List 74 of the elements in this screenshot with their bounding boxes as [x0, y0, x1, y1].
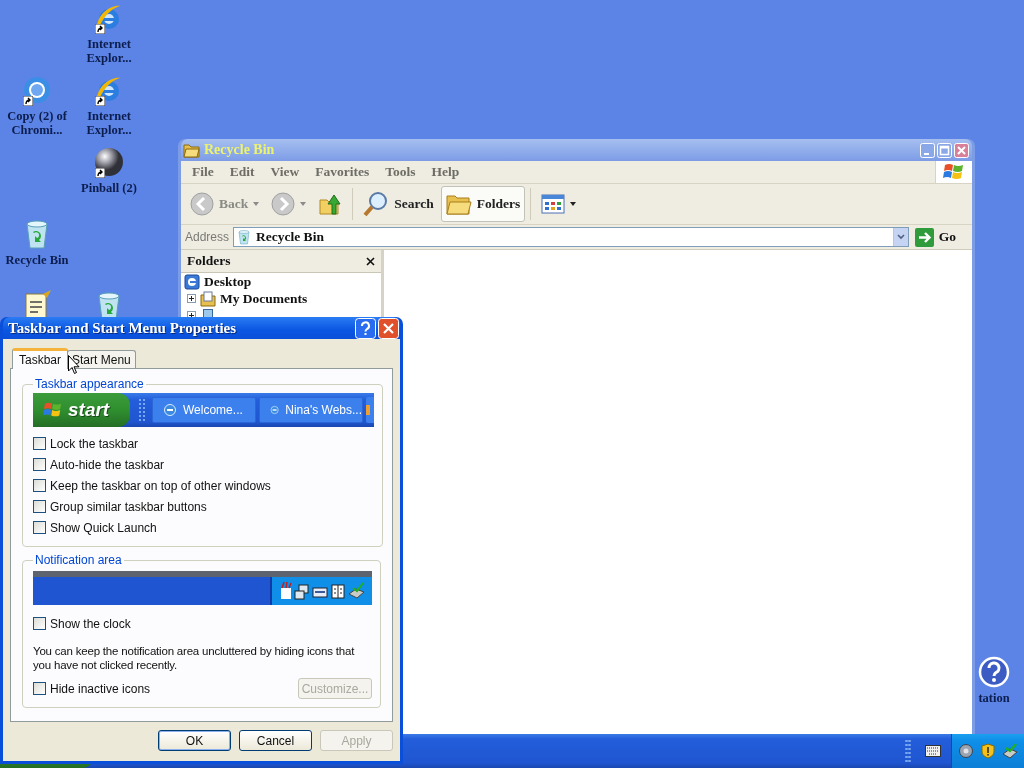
chevron-icon: [896, 234, 905, 240]
caret-icon: [570, 202, 577, 206]
close-button[interactable]: [378, 317, 399, 339]
close-icon[interactable]: [366, 256, 375, 266]
windows-logo-icon: [943, 162, 965, 182]
checkbox[interactable]: [33, 682, 46, 695]
menu-item[interactable]: File: [184, 164, 222, 180]
checkbox-label[interactable]: Lock the taskbar: [50, 436, 139, 451]
menu-item[interactable]: View: [262, 164, 308, 180]
checkbox[interactable]: [33, 437, 46, 450]
documents-folder-icon: [200, 290, 216, 307]
description-text: You can keep the notification area uncluttered by hiding icons that you have not clicked recently.: [33, 644, 356, 672]
group-heading: Notification area: [34, 553, 123, 567]
icon-label[interactable]: Recycle Bin: [5, 253, 69, 267]
icon-label[interactable]: Internet Explor...: [72, 37, 146, 65]
tree-item[interactable]: Desktop: [204, 273, 252, 290]
dialog-title: Taskbar and Start Menu Properties: [8, 319, 238, 337]
shield-icon[interactable]: [980, 743, 996, 759]
search-icon: [363, 191, 390, 217]
round-app-icon: [21, 74, 53, 106]
checkbox[interactable]: [33, 479, 46, 492]
icon-label[interactable]: Internet Explor...: [72, 109, 146, 137]
keyboard-icon[interactable]: [925, 745, 941, 757]
tab[interactable]: Taskbar: [12, 348, 69, 369]
speaker-icon[interactable]: [958, 743, 974, 759]
group-heading: Taskbar appearance: [34, 377, 145, 391]
window-title: Recycle Bin: [204, 142, 276, 158]
folders-button[interactable]: Folders: [440, 186, 526, 222]
expand-icon[interactable]: [187, 294, 196, 303]
shortcut-arrow-icon: [95, 24, 105, 34]
app-icon: [366, 405, 370, 415]
shortcut-arrow-icon: [95, 168, 105, 178]
recycle-bin-icon: [236, 229, 253, 245]
help-button[interactable]: [355, 317, 376, 339]
shortcut-arrow-icon: [23, 96, 33, 106]
desktop-icon: [184, 273, 200, 290]
pane-title: Folders: [187, 253, 231, 269]
shortcut-arrow-icon: [95, 96, 105, 106]
caret-icon: [253, 202, 260, 206]
icon-label[interactable]: tation: [978, 691, 1010, 705]
tree-item[interactable]: My Documents: [220, 290, 308, 307]
checkbox-label[interactable]: Keep the taskbar on top of other windows: [50, 478, 271, 493]
menu-item[interactable]: Favorites: [307, 164, 378, 180]
views-grid-icon: [541, 194, 566, 214]
caret-icon: [300, 202, 307, 206]
address-label: Address: [185, 230, 230, 244]
icon-label[interactable]: Copy (2) of Chromi...: [0, 109, 74, 137]
checkbox-label[interactable]: Group similar taskbar buttons: [50, 499, 207, 514]
checkbox[interactable]: [33, 458, 46, 471]
windows-logo-icon: [43, 401, 63, 419]
help-icon: [978, 656, 1010, 688]
folder-icon: [183, 142, 200, 158]
close-button[interactable]: [954, 142, 969, 158]
menu-item[interactable]: Edit: [221, 164, 263, 180]
menu-item[interactable]: Help: [423, 164, 468, 180]
dialog-button[interactable]: Cancel: [239, 730, 312, 751]
checkbox-label[interactable]: Hide inactive icons: [50, 681, 151, 696]
dialog-button[interactable]: OK: [158, 730, 231, 751]
checkbox[interactable]: [33, 521, 46, 534]
checkbox[interactable]: [33, 617, 46, 630]
icon-label[interactable]: Pinball (2): [81, 181, 137, 195]
go-button[interactable]: Go: [912, 227, 968, 247]
address-field[interactable]: Recycle Bin: [233, 227, 909, 247]
menu-item[interactable]: Tools: [377, 164, 424, 180]
search-button[interactable]: Search: [358, 186, 439, 222]
folder-icon: [445, 192, 472, 216]
dropdown-button[interactable]: [892, 228, 908, 246]
checkbox[interactable]: [33, 500, 46, 513]
ball-icon: [93, 146, 125, 178]
checkbox-label[interactable]: Auto-hide the taskbar: [50, 457, 165, 472]
network-icon[interactable]: [1002, 743, 1018, 759]
checkbox-label[interactable]: Show the clock: [50, 616, 131, 631]
folder-up-icon: [318, 192, 343, 216]
checkbox-label[interactable]: Show Quick Launch: [50, 520, 157, 535]
